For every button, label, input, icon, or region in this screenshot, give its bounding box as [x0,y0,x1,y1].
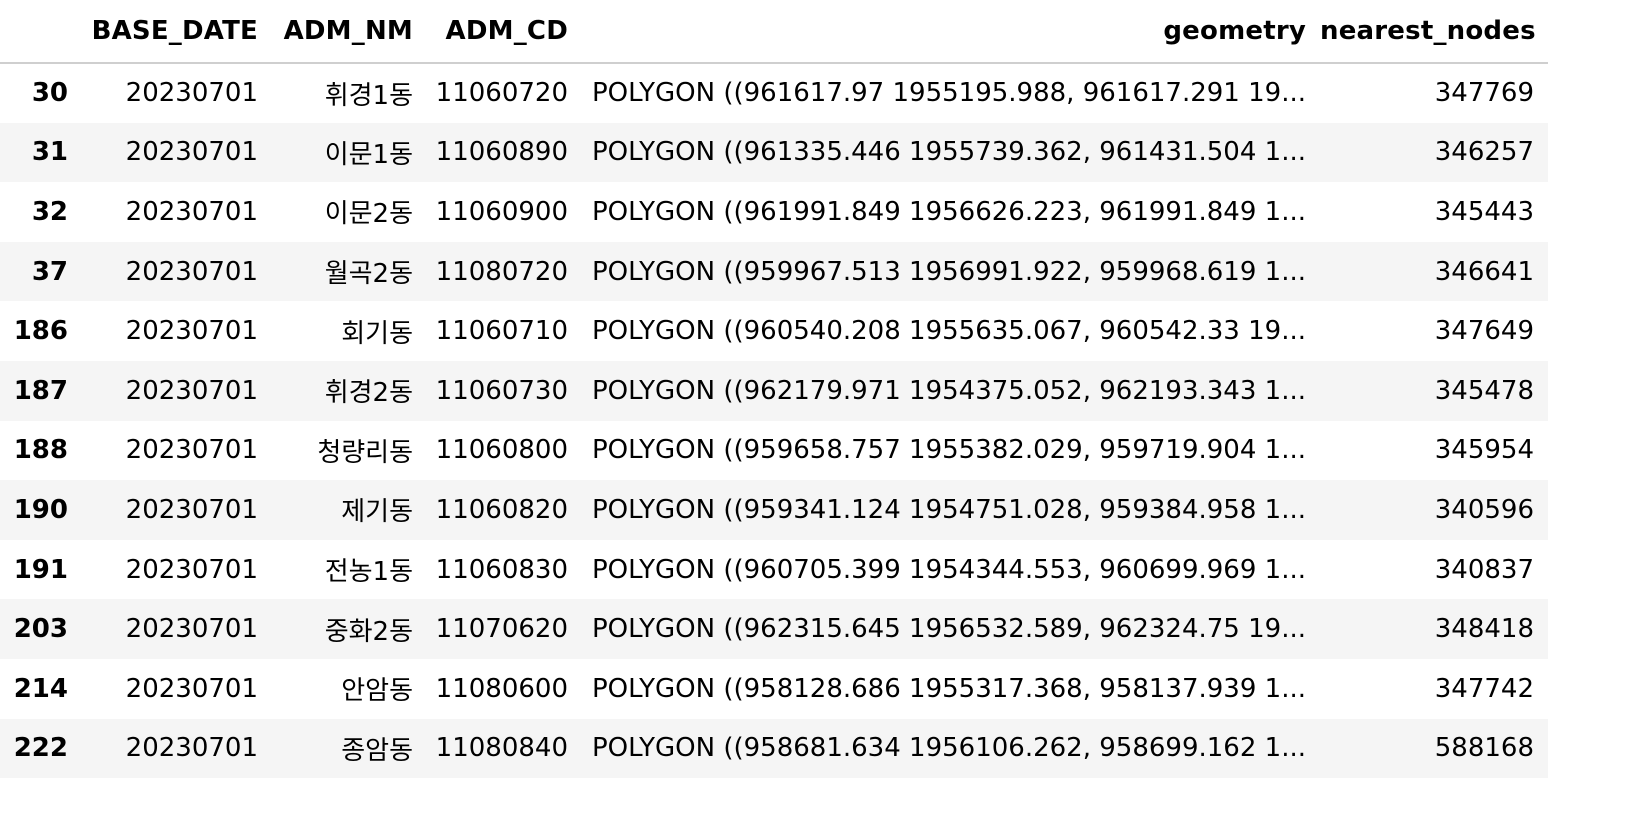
geometry-cell: POLYGON ((959967.513 1956991.922, 959968… [591,256,1306,287]
nearest-nodes-cell: 346641 [1434,256,1534,287]
row-index: 187 [13,375,68,406]
table-row: 191 20230701 전농1동 11060830 POLYGON ((960705.… [0,540,1548,600]
nearest-nodes-cell: 346257 [1434,137,1534,168]
base-date-cell: 20230701 [125,733,258,764]
row-index: 32 [31,196,68,227]
geometry-cell: POLYGON ((961335.446 1955739.362, 961431… [591,137,1306,168]
table-row: 31 20230701 이문1동 11060890 POLYGON ((961335.4… [0,122,1548,183]
base-date-cell: 20230701 [125,375,258,406]
adm-nm-cell: 휘경2동 [324,378,413,409]
row-index: 203 [13,614,68,645]
dataframe-table: BASE_DATE ADM_NM ADM_CD geometry nearest… [0,0,1548,779]
adm-cd-cell: 11060830 [435,554,568,585]
adm-nm-cell: 전농1동 [324,557,413,588]
row-index: 222 [13,733,68,764]
adm-cd-cell: 11080720 [435,256,568,287]
adm-cd-cell: 11060720 [435,78,568,109]
geometry-cell: POLYGON ((958681.634 1956106.262, 958699… [591,733,1306,764]
table-header: BASE_DATE ADM_NM ADM_CD geometry nearest… [0,0,1548,64]
row-index: 30 [31,78,68,109]
table-row: 30 20230701 휘경1동 11060720 POLYGON ((961617.9… [0,63,1548,123]
adm-nm-cell: 청량리동 [317,437,413,468]
base-date-cell: 20230701 [125,673,258,704]
index-header [0,0,82,64]
nearest-nodes-cell: 345443 [1434,196,1534,227]
adm-nm-cell: 휘경1동 [324,80,413,111]
base-date-cell: 20230701 [125,78,258,109]
column-header-nearest-nodes: nearest_nodes [1320,0,1548,64]
nearest-nodes-cell: 345478 [1434,375,1534,406]
nearest-nodes-cell: 345954 [1434,435,1534,466]
table-row: 214 20230701 안암동 11080600 POLYGON ((958128.6… [0,659,1548,719]
row-index: 31 [31,137,68,168]
adm-cd-cell: 11060800 [435,435,568,466]
base-date-cell: 20230701 [125,196,258,227]
adm-cd-cell: 11060900 [435,196,568,227]
row-index: 188 [13,435,68,466]
table-row: 203 20230701 중화2동 11070620 POLYGON ((962315.… [0,599,1548,659]
table-body: 30 20230701 휘경1동 11060720 POLYGON ((961617.9… [0,63,1548,779]
table-row: 222 20230701 종암동 11080840 POLYGON ((958681.6… [0,718,1548,779]
adm-nm-cell: 안암동 [341,676,413,707]
base-date-cell: 20230701 [125,137,258,168]
adm-cd-cell: 11060710 [435,316,568,347]
column-header-geometry: geometry [582,0,1320,64]
adm-nm-cell: 종암동 [341,735,413,766]
table-row: 187 20230701 휘경2동 11060730 POLYGON ((962179.… [0,360,1548,421]
geometry-cell: POLYGON ((960705.399 1954344.553, 960699… [591,554,1306,585]
nearest-nodes-cell: 347649 [1434,316,1534,347]
nearest-nodes-cell: 340837 [1434,554,1534,585]
geometry-cell: POLYGON ((961991.849 1956626.223, 961991… [591,196,1306,227]
column-header-base-date: BASE_DATE [82,0,272,64]
base-date-cell: 20230701 [125,614,258,645]
row-index: 191 [13,554,68,585]
adm-nm-cell: 회기동 [341,318,413,349]
adm-nm-cell: 월곡2동 [324,259,413,290]
row-index: 214 [13,673,68,704]
adm-cd-cell: 11080600 [435,673,568,704]
nearest-nodes-cell: 588168 [1434,733,1534,764]
table-row: 190 20230701 제기동 11060820 POLYGON ((959341.1… [0,480,1548,540]
geometry-cell: POLYGON ((960540.208 1955635.067, 960542… [591,316,1306,347]
geometry-cell: POLYGON ((962315.645 1956532.589, 962324… [591,614,1306,645]
adm-nm-cell: 중화2동 [324,616,413,647]
adm-cd-cell: 11060820 [435,494,568,525]
nearest-nodes-cell: 348418 [1434,614,1534,645]
adm-cd-cell: 11070620 [435,614,568,645]
table-row: 37 20230701 월곡2동 11080720 POLYGON ((959967.5… [0,241,1548,302]
base-date-cell: 20230701 [125,435,258,466]
geometry-cell: POLYGON ((961617.97 1955195.988, 961617.… [591,78,1306,109]
header-row: BASE_DATE ADM_NM ADM_CD geometry nearest… [0,0,1548,64]
base-date-cell: 20230701 [125,494,258,525]
adm-nm-cell: 제기동 [341,497,413,528]
row-index: 186 [13,316,68,347]
geometry-cell: POLYGON ((959341.124 1954751.028, 959384… [591,494,1306,525]
column-header-adm-nm: ADM_NM [272,0,427,64]
adm-cd-cell: 11060730 [435,375,568,406]
adm-cd-cell: 11060890 [435,137,568,168]
geometry-cell: POLYGON ((962179.971 1954375.052, 962193… [591,375,1306,406]
base-date-cell: 20230701 [125,554,258,585]
adm-nm-cell: 이문1동 [324,139,413,170]
geometry-cell: POLYGON ((959658.757 1955382.029, 959719… [591,435,1306,466]
base-date-cell: 20230701 [125,316,258,347]
row-index: 37 [31,256,68,287]
base-date-cell: 20230701 [125,256,258,287]
adm-cd-cell: 11080840 [435,733,568,764]
row-index: 190 [13,494,68,525]
geometry-cell: POLYGON ((958128.686 1955317.368, 958137… [591,673,1306,704]
nearest-nodes-cell: 347742 [1434,673,1534,704]
column-header-adm-cd: ADM_CD [427,0,582,64]
dataframe-output: BASE_DATE ADM_NM ADM_CD geometry nearest… [0,0,1548,779]
adm-nm-cell: 이문2동 [324,199,413,230]
table-row: 186 20230701 회기동 11060710 POLYGON ((960540.2… [0,301,1548,361]
table-row: 32 20230701 이문2동 11060900 POLYGON ((961991.8… [0,182,1548,242]
nearest-nodes-cell: 340596 [1434,494,1534,525]
table-row: 188 20230701 청량리동 11060800 POLYGON ((959658.… [0,421,1548,481]
nearest-nodes-cell: 347769 [1434,78,1534,109]
